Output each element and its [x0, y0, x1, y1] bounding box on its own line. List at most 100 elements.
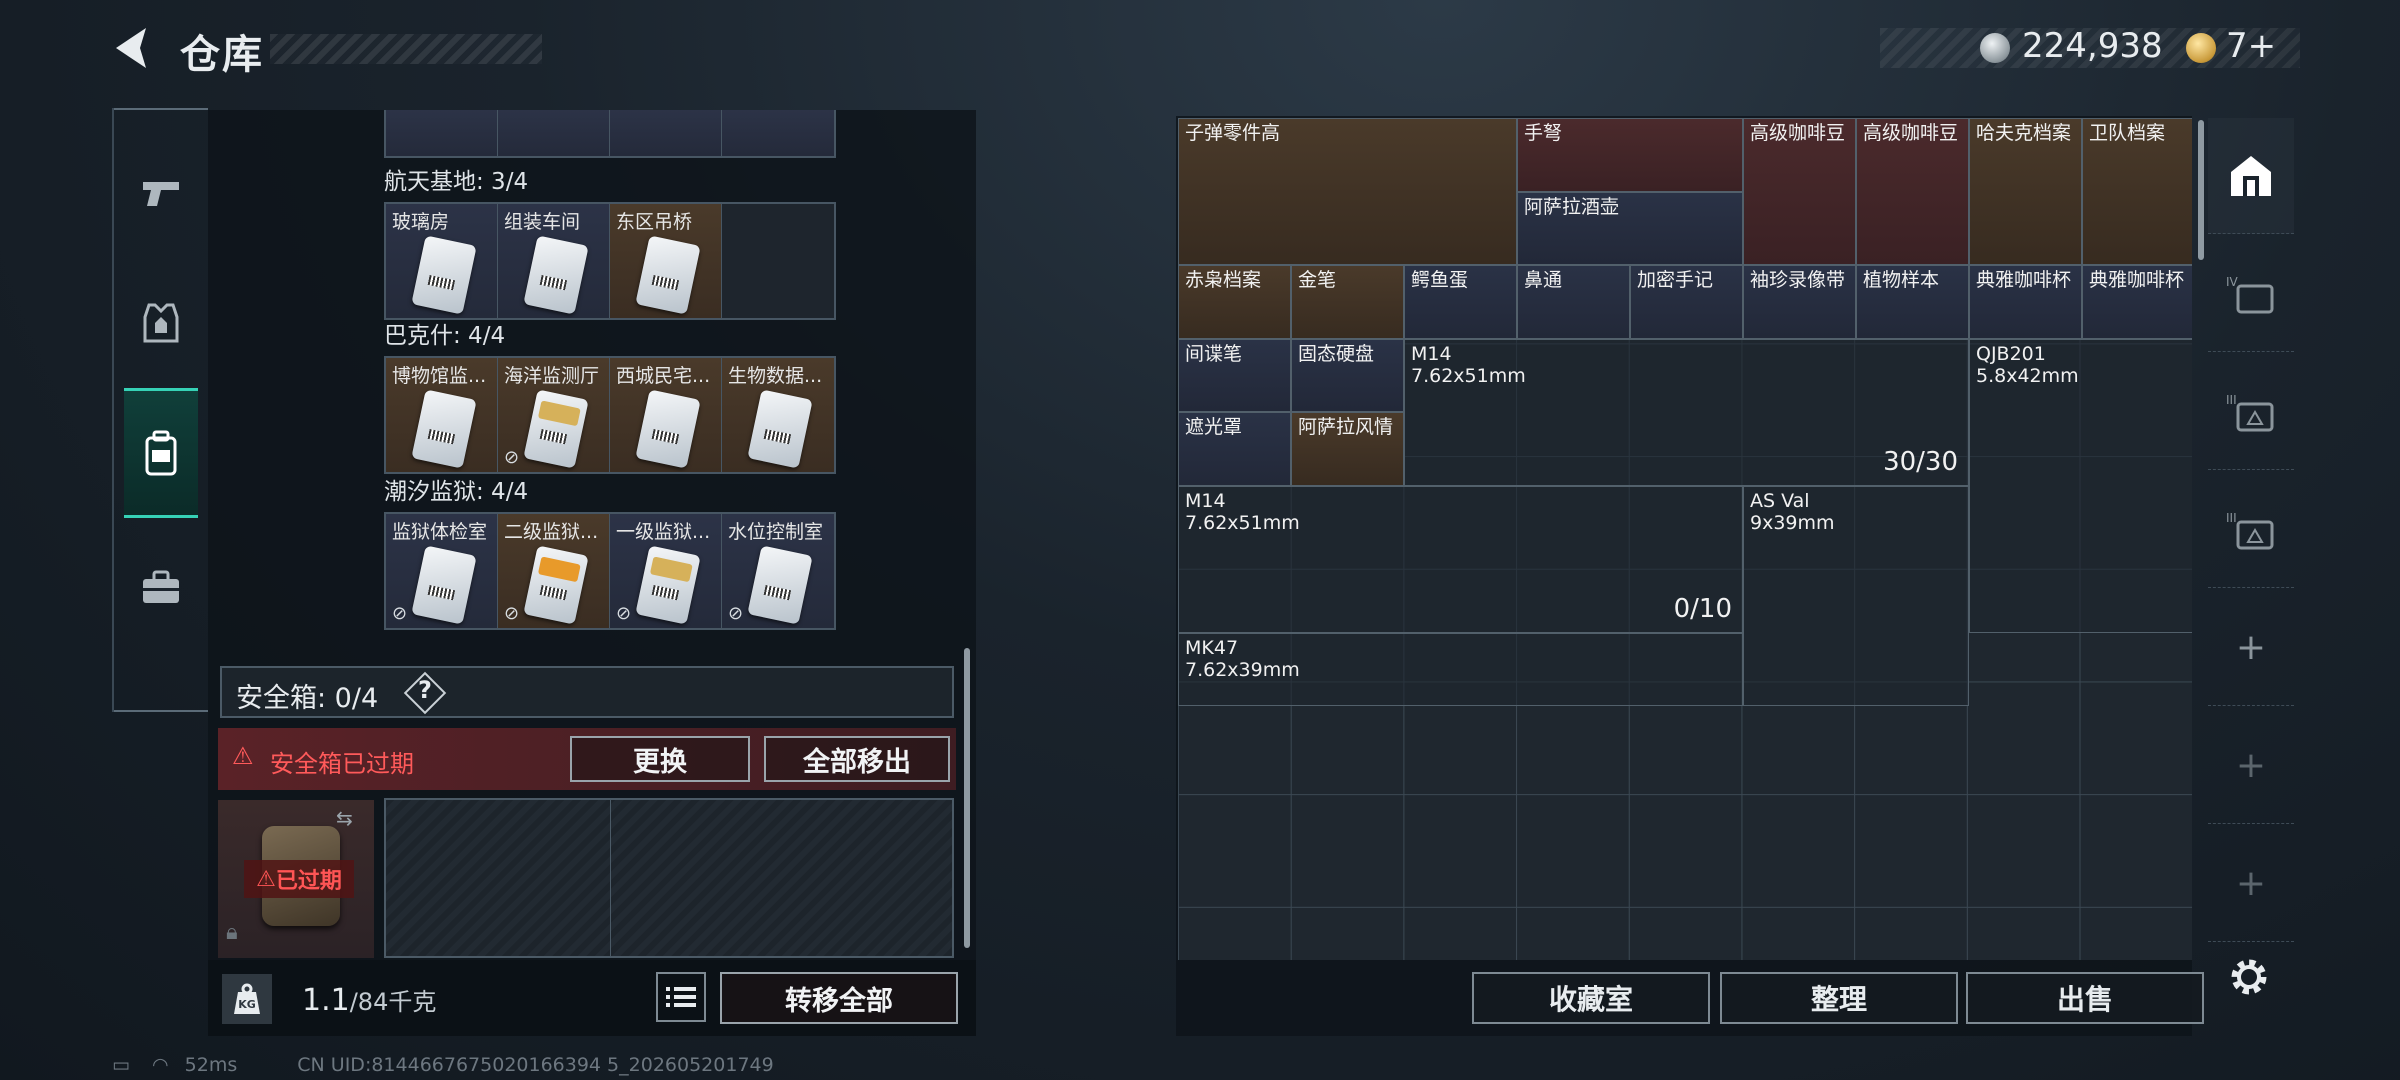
storage-item[interactable]: 金笔 — [1291, 265, 1404, 339]
rail-case-iii-b[interactable]: III — [2208, 472, 2294, 588]
key-slot[interactable]: 玻璃房 — [386, 204, 498, 318]
item-name: 鼻通 — [1524, 269, 1563, 291]
replace-button[interactable]: 更换 — [570, 736, 750, 782]
storage-scrollbar[interactable] — [2198, 120, 2204, 260]
key-slot[interactable]: 博物馆监... — [386, 358, 498, 472]
weight-readout: 1.1/84千克 — [302, 982, 436, 1018]
storage-item[interactable]: MK47 7.62x39mm — [1178, 632, 1743, 706]
remove-all-button[interactable]: 全部移出 — [764, 736, 950, 782]
collection-room-button[interactable]: 收藏室 — [1472, 972, 1710, 1024]
unbound-icon: ⊘ — [504, 603, 520, 624]
weight-unit: /84千克 — [349, 988, 437, 1016]
unbound-icon: ⊘ — [616, 603, 632, 624]
storage-item[interactable]: 加密手记 — [1630, 265, 1743, 339]
key-slot[interactable]: 组装车间 — [498, 204, 610, 318]
unbound-icon: ⊘ — [504, 447, 520, 468]
storage-item[interactable]: 阿萨拉酒壶 — [1517, 191, 1743, 265]
item-name: 高级咖啡豆 — [1750, 122, 1846, 144]
safe-expired-warning: 安全箱已过期 — [270, 750, 414, 778]
left-scrollbar[interactable] — [964, 648, 970, 948]
key-slot[interactable]: 生物数据... — [722, 358, 834, 472]
key-slot[interactable]: 西城民宅... — [610, 358, 722, 472]
item-name: 高级咖啡豆 — [1863, 122, 1959, 144]
storage-item[interactable]: 子弹零件高 — [1178, 118, 1517, 265]
sell-button[interactable]: 出售 — [1966, 972, 2204, 1024]
nav-armor[interactable] — [124, 258, 198, 388]
transfer-all-button[interactable]: 转移全部 — [720, 972, 958, 1024]
storage-item[interactable]: 鼻通 — [1517, 265, 1630, 339]
key-slot[interactable]: 东区吊桥 — [610, 204, 722, 318]
key-slot-label: 玻璃房 — [392, 211, 450, 233]
nav-weapon[interactable] — [124, 128, 198, 258]
storage-item[interactable]: 典雅咖啡杯 — [2082, 265, 2192, 339]
rail-add-3[interactable]: + — [2208, 826, 2294, 942]
warning-icon: ⚠ — [232, 742, 254, 770]
key-slot[interactable] — [610, 110, 722, 156]
rail-add-2[interactable]: + — [2208, 708, 2294, 824]
key-slot-label: 一级监狱... — [616, 521, 711, 543]
nav-toolbox[interactable] — [124, 522, 198, 652]
storage-grid[interactable]: 子弹零件高 手弩 阿萨拉酒壶 高级咖啡豆 高级咖啡豆 哈夫克档案 卫队档案 赤枭档案 金笔 鳄鱼蛋… — [1178, 118, 2192, 960]
storage-item[interactable]: 卫队档案 — [2082, 118, 2192, 265]
storage-item[interactable]: 阿萨拉风情 — [1291, 412, 1404, 486]
gear-icon — [2231, 959, 2267, 995]
safe-box-title: 安全箱: 0/4 — [236, 683, 379, 714]
key-slot[interactable] — [498, 110, 610, 156]
rail-add-1[interactable]: + — [2208, 590, 2294, 706]
keycard-image — [635, 389, 701, 469]
keycard-image — [635, 545, 701, 625]
key-slot[interactable]: 海洋监测厅 ⊘ — [498, 358, 610, 472]
sort-button[interactable]: 整理 — [1720, 972, 1958, 1024]
item-name: AS Val 9x39mm — [1750, 489, 1835, 534]
key-slot-label: 东区吊桥 — [616, 211, 693, 233]
rail-case-iv[interactable]: IV — [2208, 236, 2294, 352]
storage-item[interactable]: M14 7.62x51mm 0/10 — [1178, 485, 1743, 633]
status-bar: ▭ ◠ 52ms CN UID:8144667675020166394 5_20… — [112, 1054, 774, 1076]
nav-backpack[interactable] — [124, 388, 198, 518]
settings-button[interactable] — [2224, 952, 2274, 1002]
storage-item[interactable]: 手弩 — [1517, 118, 1743, 192]
key-slot[interactable] — [722, 110, 834, 156]
swap-icon[interactable]: ⇆ — [336, 806, 353, 830]
storage-item[interactable]: 植物样本 — [1856, 265, 1969, 339]
list-view-button[interactable] — [656, 972, 706, 1022]
home-icon — [2231, 155, 2271, 196]
key-slot[interactable] — [386, 110, 498, 156]
help-icon: ? — [418, 676, 432, 704]
key-slot[interactable]: 一级监狱... ⊘ — [610, 514, 722, 628]
storage-item[interactable]: 遮光罩 — [1178, 412, 1291, 486]
storage-item[interactable]: 赤枭档案 — [1178, 265, 1291, 339]
keycard-image — [411, 235, 477, 315]
key-slot-label: 水位控制室 — [728, 521, 824, 543]
add-icon: + — [2235, 863, 2267, 904]
armor-vest-icon — [143, 303, 179, 343]
back-button[interactable] — [110, 24, 154, 72]
item-name: 典雅咖啡杯 — [1976, 269, 2072, 291]
storage-item[interactable]: 高级咖啡豆 — [1856, 118, 1969, 265]
key-slot[interactable]: 水位控制室 ⊘ — [722, 514, 834, 628]
rail-home[interactable] — [2208, 118, 2294, 234]
weight-icon: KG — [222, 974, 272, 1024]
keycard-image — [523, 545, 589, 625]
storage-item[interactable]: AS Val 9x39mm — [1743, 485, 1969, 706]
rail-case-iii[interactable]: III — [2208, 354, 2294, 470]
storage-item[interactable]: 典雅咖啡杯 — [1969, 265, 2082, 339]
safe-box-grid[interactable] — [384, 798, 954, 958]
storage-item[interactable]: QJB201 5.8x42mm — [1969, 338, 2192, 633]
storage-item[interactable]: M14 7.62x51mm 30/30 — [1404, 338, 1969, 486]
storage-item[interactable]: 间谍笔 — [1178, 338, 1291, 412]
key-slot[interactable]: 监狱体检室 ⊘ — [386, 514, 498, 628]
storage-item[interactable]: 鳄鱼蛋 — [1404, 265, 1517, 339]
item-name: 加密手记 — [1637, 269, 1714, 291]
key-grid: 监狱体检室 ⊘ 二级监狱... ⊘ 一级监狱... ⊘ 水位控制室 ⊘ — [384, 512, 836, 630]
storage-item[interactable]: 哈夫克档案 — [1969, 118, 2082, 265]
gold-amount[interactable]: 7+ — [2226, 26, 2276, 66]
empty-slot[interactable] — [722, 204, 834, 318]
storage-item[interactable]: 高级咖啡豆 — [1743, 118, 1856, 265]
item-name: 阿萨拉酒壶 — [1524, 195, 1620, 218]
key-slot-label: 博物馆监... — [392, 365, 487, 387]
storage-item[interactable]: 袖珍录像带 — [1743, 265, 1856, 339]
key-slot[interactable]: 二级监狱... ⊘ — [498, 514, 610, 628]
storage-item[interactable]: 固态硬盘 — [1291, 338, 1404, 412]
backpack-icon — [145, 430, 177, 476]
